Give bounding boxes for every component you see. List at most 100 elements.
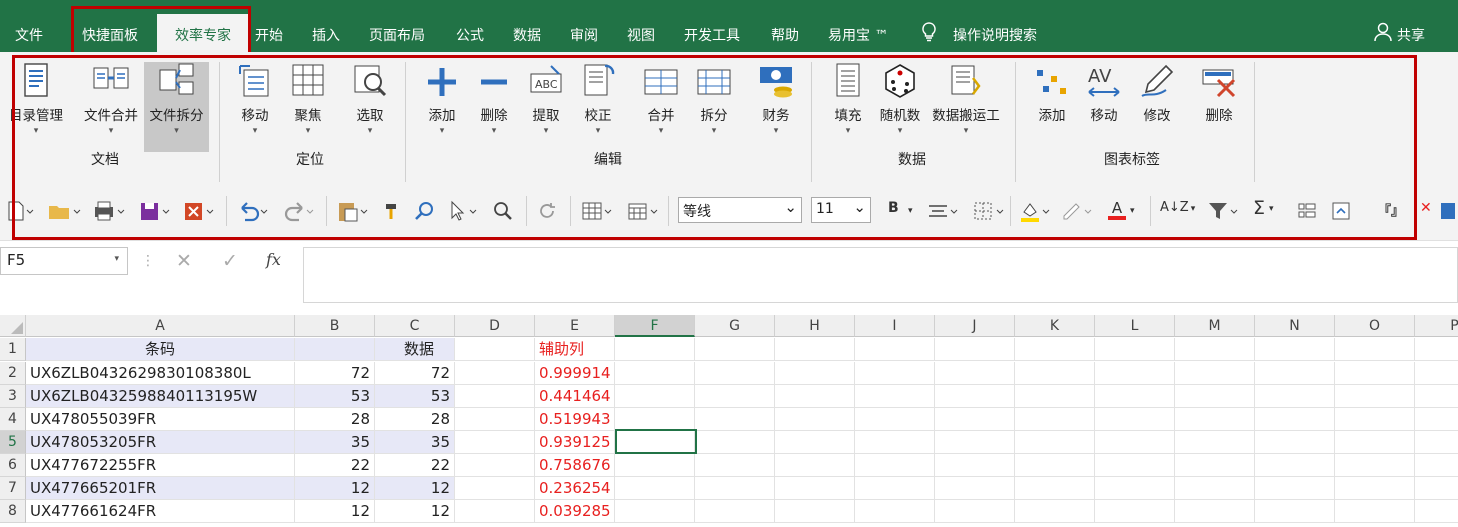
cell-empty[interactable]	[695, 477, 775, 500]
cell-empty[interactable]	[775, 454, 855, 477]
column-header-b[interactable]: B	[295, 315, 375, 337]
cell-empty[interactable]	[935, 338, 1015, 361]
cell-empty[interactable]	[615, 385, 695, 408]
cell-empty[interactable]	[1015, 454, 1095, 477]
cancel-icon[interactable]: ✕	[176, 250, 192, 272]
grid-view-icon[interactable]	[1296, 200, 1318, 222]
cell-empty[interactable]	[695, 500, 775, 523]
row-header[interactable]: 5	[0, 431, 26, 454]
column-header-g[interactable]: G	[695, 315, 775, 337]
tab-kuaijie[interactable]: 快捷面板	[82, 25, 138, 45]
cell-empty[interactable]	[1255, 454, 1335, 477]
cell-empty[interactable]	[1175, 431, 1255, 454]
tab-xiaolv[interactable]: 效率专家	[157, 14, 249, 52]
undo-icon[interactable]	[236, 200, 270, 222]
cell-e7[interactable]: 0.236254	[535, 477, 615, 500]
cell-empty[interactable]	[455, 385, 535, 408]
cell-empty[interactable]	[1255, 362, 1335, 385]
cell-b4[interactable]: 28	[295, 408, 375, 431]
cell-empty[interactable]	[1335, 385, 1415, 408]
cell-empty[interactable]	[695, 431, 775, 454]
chevron-down-icon[interactable]: ▾	[908, 206, 913, 228]
cell-empty[interactable]	[1095, 500, 1175, 523]
label-move-button[interactable]: AV 移动	[1081, 62, 1127, 152]
cell-empty[interactable]	[855, 431, 935, 454]
cell-empty[interactable]	[1415, 362, 1458, 385]
cell-empty[interactable]	[615, 431, 695, 454]
cell-b1[interactable]	[295, 338, 375, 361]
cell-a5[interactable]: UX478053205FR	[26, 431, 295, 454]
cell-empty[interactable]	[775, 338, 855, 361]
random-button[interactable]: 随机数 ▾	[875, 62, 925, 152]
print-icon[interactable]	[92, 200, 126, 222]
cell-empty[interactable]	[615, 500, 695, 523]
column-header-m[interactable]: M	[1175, 315, 1255, 337]
cell-a8[interactable]: UX477661624FR	[26, 500, 295, 523]
window-icon[interactable]	[1330, 200, 1352, 222]
tab-insert[interactable]: 插入	[312, 25, 340, 45]
table-style-icon[interactable]	[580, 200, 614, 222]
cell-empty[interactable]	[855, 338, 935, 361]
cell-empty[interactable]	[1415, 385, 1458, 408]
fx-icon[interactable]: fx	[266, 250, 281, 269]
cell-b6[interactable]: 22	[295, 454, 375, 477]
cell-empty[interactable]	[935, 477, 1015, 500]
cell-a3[interactable]: UX6ZLB0432598840113195W	[26, 385, 295, 408]
cell-empty[interactable]	[935, 431, 1015, 454]
cell-empty[interactable]	[1095, 431, 1175, 454]
column-header-i[interactable]: I	[855, 315, 935, 337]
cell-empty[interactable]	[935, 454, 1015, 477]
cell-e4[interactable]: 0.519943	[535, 408, 615, 431]
file-merge-button[interactable]: 文件合并 ▾	[78, 62, 144, 152]
cell-empty[interactable]	[455, 338, 535, 361]
column-header-a[interactable]: A	[26, 315, 295, 337]
save-icon[interactable]	[138, 200, 172, 222]
column-header-c[interactable]: C	[375, 315, 455, 337]
column-header-e[interactable]: E	[535, 315, 615, 337]
tab-start[interactable]: 开始	[255, 25, 283, 45]
cell-a7[interactable]: UX477665201FR	[26, 477, 295, 500]
refresh-icon[interactable]	[536, 200, 558, 222]
redo-icon[interactable]	[282, 200, 316, 222]
cell-empty[interactable]	[615, 454, 695, 477]
column-header-o[interactable]: O	[1335, 315, 1415, 337]
tab-formula[interactable]: 公式	[456, 25, 484, 45]
cell-empty[interactable]	[1175, 454, 1255, 477]
cell-empty[interactable]	[615, 362, 695, 385]
tab-file[interactable]: 文件	[15, 25, 43, 45]
new-file-icon[interactable]	[6, 200, 34, 222]
row-header[interactable]: 2	[0, 362, 26, 385]
cell-c6[interactable]: 22	[375, 454, 455, 477]
cell-empty[interactable]	[1335, 500, 1415, 523]
column-header-p[interactable]: P	[1415, 315, 1458, 337]
cell-empty[interactable]	[775, 500, 855, 523]
cell-empty[interactable]	[855, 500, 935, 523]
cell-empty[interactable]	[1255, 385, 1335, 408]
cell-empty[interactable]	[855, 454, 935, 477]
border-icon[interactable]	[972, 200, 1006, 222]
cell-empty[interactable]	[455, 431, 535, 454]
column-header-f[interactable]: F	[615, 315, 695, 337]
cell-empty[interactable]	[1095, 454, 1175, 477]
save-icon[interactable]	[1440, 200, 1456, 222]
user-icon[interactable]	[1374, 22, 1392, 46]
cell-empty[interactable]	[1335, 362, 1415, 385]
cell-empty[interactable]	[1415, 500, 1458, 523]
cell-c4[interactable]: 28	[375, 408, 455, 431]
tell-me-search[interactable]: 操作说明搜索	[953, 25, 1037, 45]
cell-empty[interactable]	[455, 454, 535, 477]
font-color-icon[interactable]: A ▾	[1108, 200, 1135, 222]
cell-empty[interactable]	[1255, 500, 1335, 523]
formula-input[interactable]	[303, 247, 1458, 303]
cell-empty[interactable]	[1095, 362, 1175, 385]
cell-empty[interactable]	[1415, 338, 1458, 361]
cell-empty[interactable]	[455, 500, 535, 523]
cell-empty[interactable]	[1335, 408, 1415, 431]
cell-empty[interactable]	[1175, 385, 1255, 408]
name-box[interactable]: F5 ▾	[0, 247, 128, 275]
cell-e1[interactable]: 辅助列	[535, 338, 615, 361]
column-header-l[interactable]: L	[1095, 315, 1175, 337]
file-split-button[interactable]: 文件拆分 ▾	[144, 62, 209, 152]
cell-empty[interactable]	[1095, 385, 1175, 408]
tab-dev[interactable]: 开发工具	[684, 25, 740, 45]
